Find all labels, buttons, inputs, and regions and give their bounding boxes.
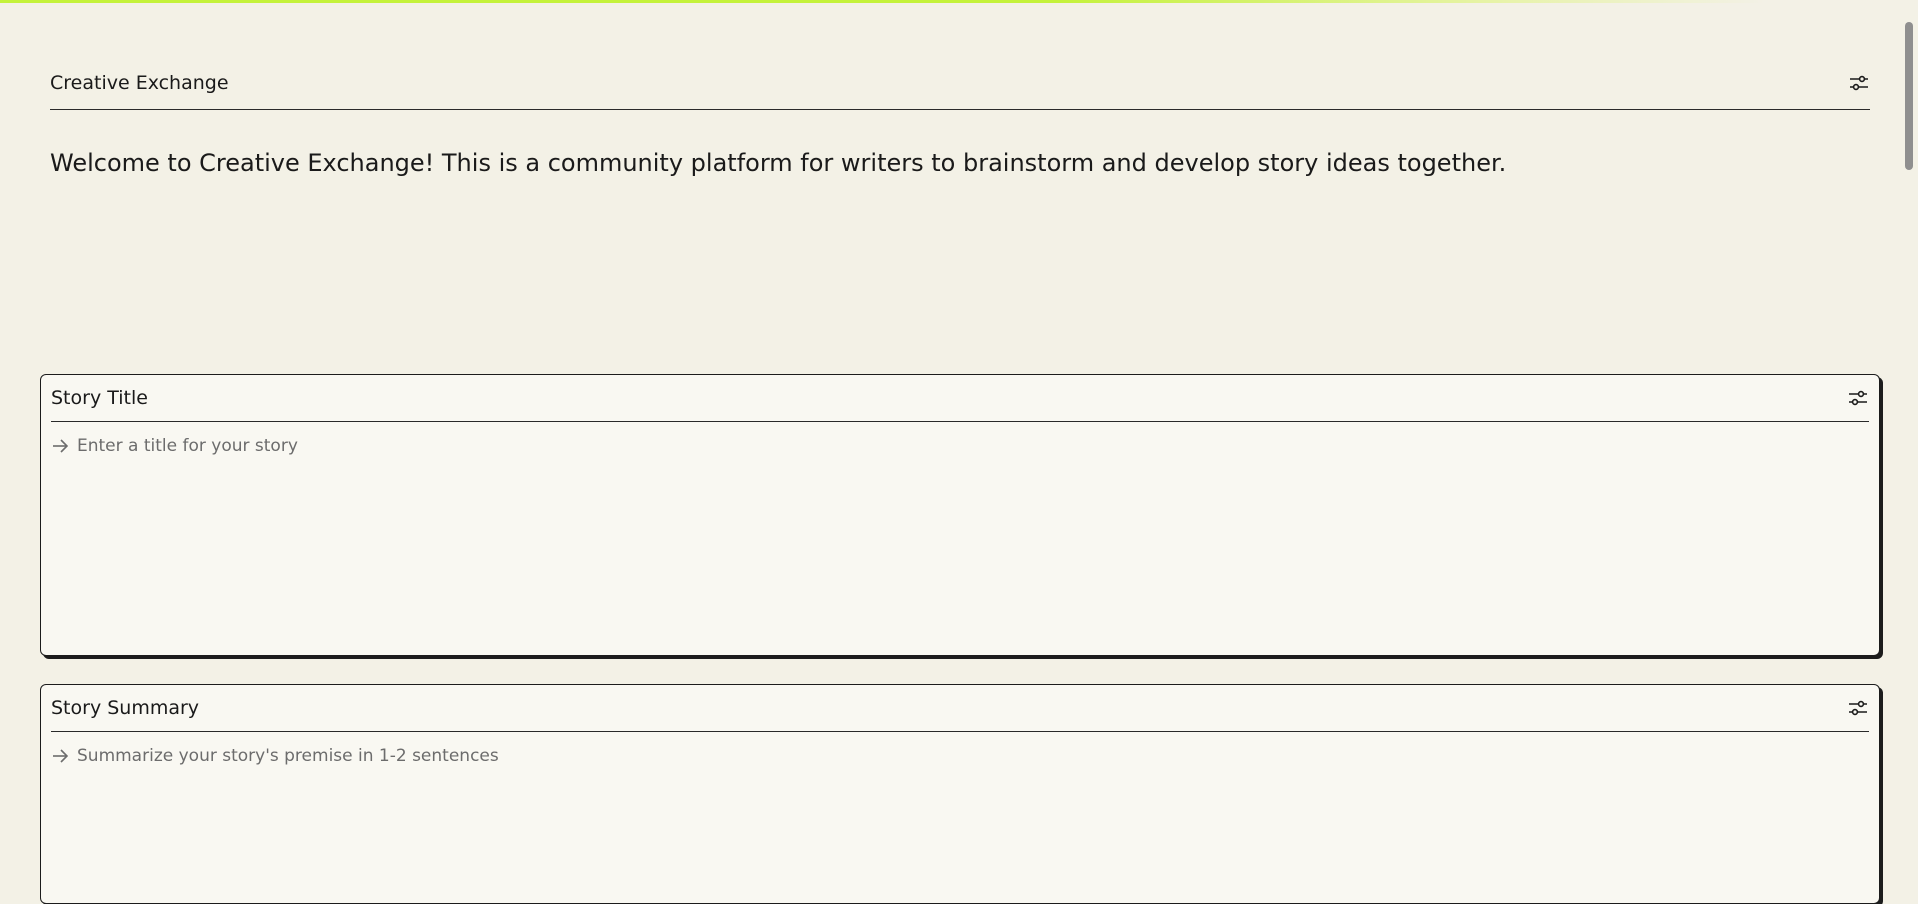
top-accent-bar bbox=[0, 0, 1918, 3]
sliders-icon[interactable] bbox=[1847, 387, 1869, 409]
card-title: Story Summary bbox=[51, 697, 200, 719]
card-header: Story Title bbox=[51, 375, 1869, 422]
sliders-icon[interactable] bbox=[1848, 72, 1870, 94]
vertical-scrollbar[interactable] bbox=[1900, 0, 1918, 875]
header-row: Creative Exchange bbox=[50, 70, 1870, 110]
welcome-message: Welcome to Creative Exchange! This is a … bbox=[50, 149, 1507, 177]
story-summary-card: Story Summary bbox=[40, 684, 1880, 904]
arrow-right-icon bbox=[51, 437, 69, 455]
story-summary-input[interactable] bbox=[77, 746, 1777, 766]
page-header: Creative Exchange Welcome to Creative Ex… bbox=[50, 70, 1870, 179]
story-title-input-row bbox=[51, 436, 1869, 456]
page-title: Creative Exchange bbox=[50, 71, 229, 94]
card-header: Story Summary bbox=[51, 685, 1869, 732]
story-title-input[interactable] bbox=[77, 436, 1777, 456]
story-summary-input-row bbox=[51, 746, 1869, 766]
card-title: Story Title bbox=[51, 387, 148, 409]
sliders-icon[interactable] bbox=[1847, 697, 1869, 719]
arrow-right-icon bbox=[51, 747, 69, 765]
story-title-card: Story Title bbox=[40, 374, 1880, 656]
scrollbar-thumb[interactable] bbox=[1905, 22, 1913, 170]
